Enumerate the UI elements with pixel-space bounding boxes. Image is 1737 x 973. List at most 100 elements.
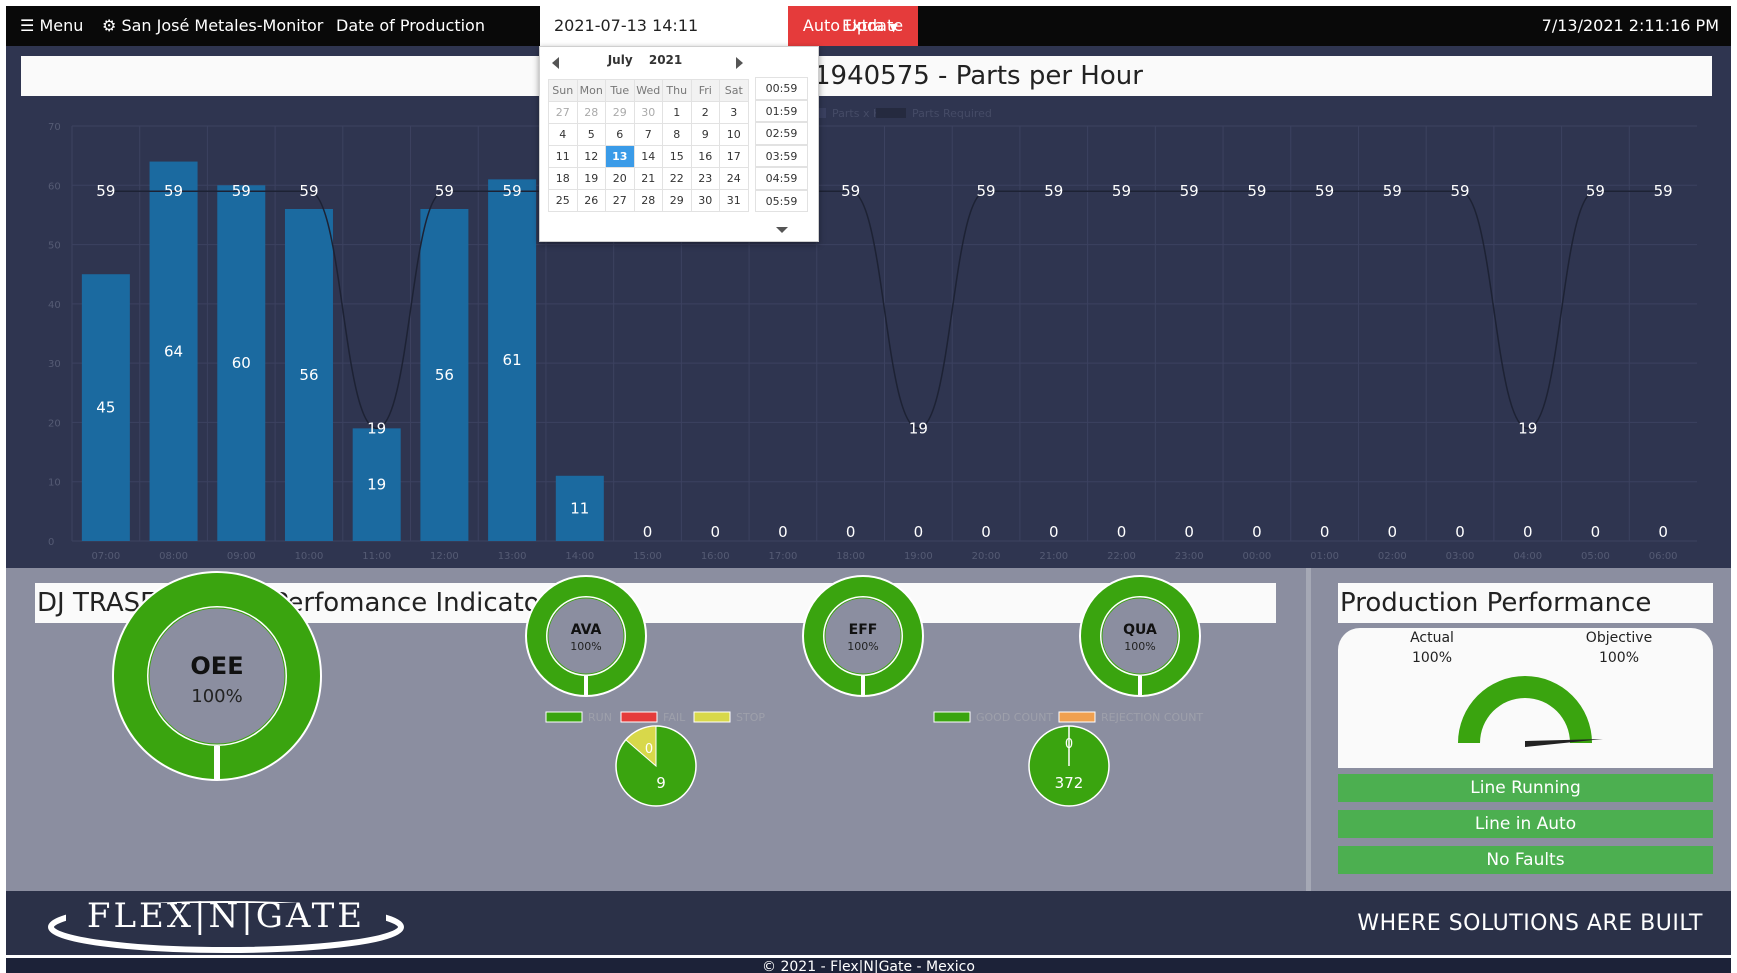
calendar-day[interactable]: 28 — [576, 101, 606, 124]
x-tick-label: 10:00 — [295, 551, 324, 562]
bar-value-label: 0 — [981, 523, 991, 541]
time-option[interactable]: 01:59 — [755, 99, 808, 122]
calendar-day[interactable]: 30 — [690, 189, 720, 212]
line-value-label: 59 — [1383, 182, 1402, 200]
calendar-day[interactable]: 25 — [548, 189, 578, 212]
bar-value-label: 0 — [778, 523, 788, 541]
production-performance-panel: Production Performance Actual 100% Objec… — [1306, 568, 1731, 891]
calendar-day[interactable]: 5 — [576, 123, 606, 146]
y-tick-label: 70 — [48, 122, 61, 133]
count-legend: GOOD COUNT REJECTION COUNT — [933, 711, 1203, 724]
calendar-week-row: 25 26 27 28 29 30 31 — [548, 189, 749, 212]
ava-label: AVA — [571, 622, 602, 638]
bar-value-label: 45 — [96, 399, 115, 417]
calendar-day[interactable]: 16 — [690, 145, 720, 168]
calendar-day[interactable]: 14 — [633, 145, 663, 168]
calendar-day[interactable]: 4 — [548, 123, 578, 146]
svg-text:0: 0 — [1065, 737, 1073, 752]
bar-value-label: 19 — [367, 476, 386, 494]
calendar-day[interactable]: 27 — [548, 101, 578, 124]
calendar-day[interactable]: 3 — [719, 101, 749, 124]
calendar-day[interactable]: 20 — [605, 167, 635, 190]
calendar-day[interactable]: 19 — [576, 167, 606, 190]
x-tick-label: 19:00 — [904, 551, 933, 562]
calendar-day[interactable]: 11 — [548, 145, 578, 168]
bar-value-label: 56 — [435, 366, 454, 384]
line-value-label: 19 — [909, 419, 928, 437]
calendar-year[interactable]: 2021 — [649, 53, 682, 67]
x-tick-label: 14:00 — [565, 551, 594, 562]
calendar-day[interactable]: 21 — [633, 167, 663, 190]
calendar-day[interactable]: 23 — [690, 167, 720, 190]
menu-button[interactable]: ☰ Menu — [20, 6, 83, 46]
calendar-day[interactable]: 28 — [633, 189, 663, 212]
oee-value: 100% — [191, 686, 242, 707]
bar-value-label: 64 — [164, 342, 183, 360]
calendar-day[interactable]: 13 — [605, 145, 635, 168]
x-tick-label: 12:00 — [430, 551, 459, 562]
calendar-day[interactable]: 24 — [719, 167, 749, 190]
line-value-label: 59 — [1112, 182, 1131, 200]
line-value-label: 59 — [977, 182, 996, 200]
menu-label: Menu — [39, 16, 84, 35]
calendar-day[interactable]: 6 — [605, 123, 635, 146]
kpi-graphics: OEE 100% AVA 100% EFF 100% QUA 100% RUN … — [112, 571, 1203, 807]
line-value-label: 59 — [96, 182, 115, 200]
performance-gauge — [1458, 676, 1603, 747]
eff-donut: EFF 100% — [802, 575, 924, 697]
calendar-day[interactable]: 30 — [633, 101, 663, 124]
line-value-label: 59 — [232, 182, 251, 200]
next-month-arrow-icon[interactable] — [736, 57, 743, 69]
bar-value-label: 0 — [643, 523, 653, 541]
calendar-day[interactable]: 15 — [662, 145, 692, 168]
calendar-day[interactable]: 31 — [719, 189, 749, 212]
eff-label: EFF — [849, 622, 878, 638]
bar-value-label: 0 — [914, 523, 924, 541]
time-option[interactable]: 02:59 — [755, 122, 808, 145]
status-line-running: Line Running — [1338, 774, 1713, 802]
bar-value-label: 56 — [299, 366, 318, 384]
top-navbar: ☰ Menu ⚙ San José Metales-Monitor Date o… — [6, 6, 1731, 46]
calendar-week-row: 11 12 13 14 15 16 17 — [548, 145, 749, 168]
extra-menu-button[interactable]: Extra ▼ — [842, 6, 898, 46]
calendar-day[interactable]: 10 — [719, 123, 749, 146]
y-tick-label: 10 — [48, 478, 61, 489]
calendar-day[interactable]: 9 — [690, 123, 720, 146]
weekday-header: Fri — [690, 79, 720, 102]
calendar-day[interactable]: 8 — [662, 123, 692, 146]
calendar-day[interactable]: 17 — [719, 145, 749, 168]
line-value-label: 59 — [1180, 182, 1199, 200]
x-tick-label: 02:00 — [1378, 551, 1407, 562]
calendar-header: July 2021 — [540, 53, 750, 73]
oee-donut: OEE 100% — [112, 571, 322, 781]
calendar-day[interactable]: 12 — [576, 145, 606, 168]
svg-text:FLEX|N|GATE: FLEX|N|GATE — [87, 896, 365, 936]
calendar-day[interactable]: 27 — [605, 189, 635, 212]
calendar-day[interactable]: 1 — [662, 101, 692, 124]
x-tick-label: 13:00 — [498, 551, 527, 562]
line-value-label: 59 — [299, 182, 318, 200]
x-tick-label: 06:00 — [1649, 551, 1678, 562]
calendar-day[interactable]: 7 — [633, 123, 663, 146]
time-option[interactable]: 03:59 — [755, 144, 808, 167]
legend-swatch — [876, 108, 906, 118]
scroll-down-arrow-icon[interactable] — [776, 227, 788, 233]
performance-title: Production Performance — [1338, 583, 1713, 623]
production-date-input[interactable]: 2021-07-13 14:11 — [540, 6, 794, 46]
time-option[interactable]: 04:59 — [755, 167, 808, 190]
calendar-day[interactable]: 18 — [548, 167, 578, 190]
calendar-day[interactable]: 2 — [690, 101, 720, 124]
calendar-grid: Sun Mon Tue Wed Thu Fri Sat 27 28 29 30 1 2 3 4 5 6 7 8 9 1… — [548, 79, 749, 212]
calendar-day[interactable]: 29 — [662, 189, 692, 212]
good-rejection-pie: 0 372 — [1028, 725, 1110, 807]
calendar-day[interactable]: 22 — [662, 167, 692, 190]
y-tick-label: 20 — [48, 418, 61, 429]
calendar-month[interactable]: July — [608, 53, 633, 67]
line-value-label: 59 — [1044, 182, 1063, 200]
calendar-day[interactable]: 26 — [576, 189, 606, 212]
monitor-link[interactable]: ⚙ San José Metales-Monitor — [102, 6, 323, 46]
time-option[interactable]: 00:59 — [755, 77, 808, 100]
calendar-day[interactable]: 29 — [605, 101, 635, 124]
line-value-label: 59 — [1654, 182, 1673, 200]
time-option[interactable]: 05:59 — [755, 189, 808, 212]
